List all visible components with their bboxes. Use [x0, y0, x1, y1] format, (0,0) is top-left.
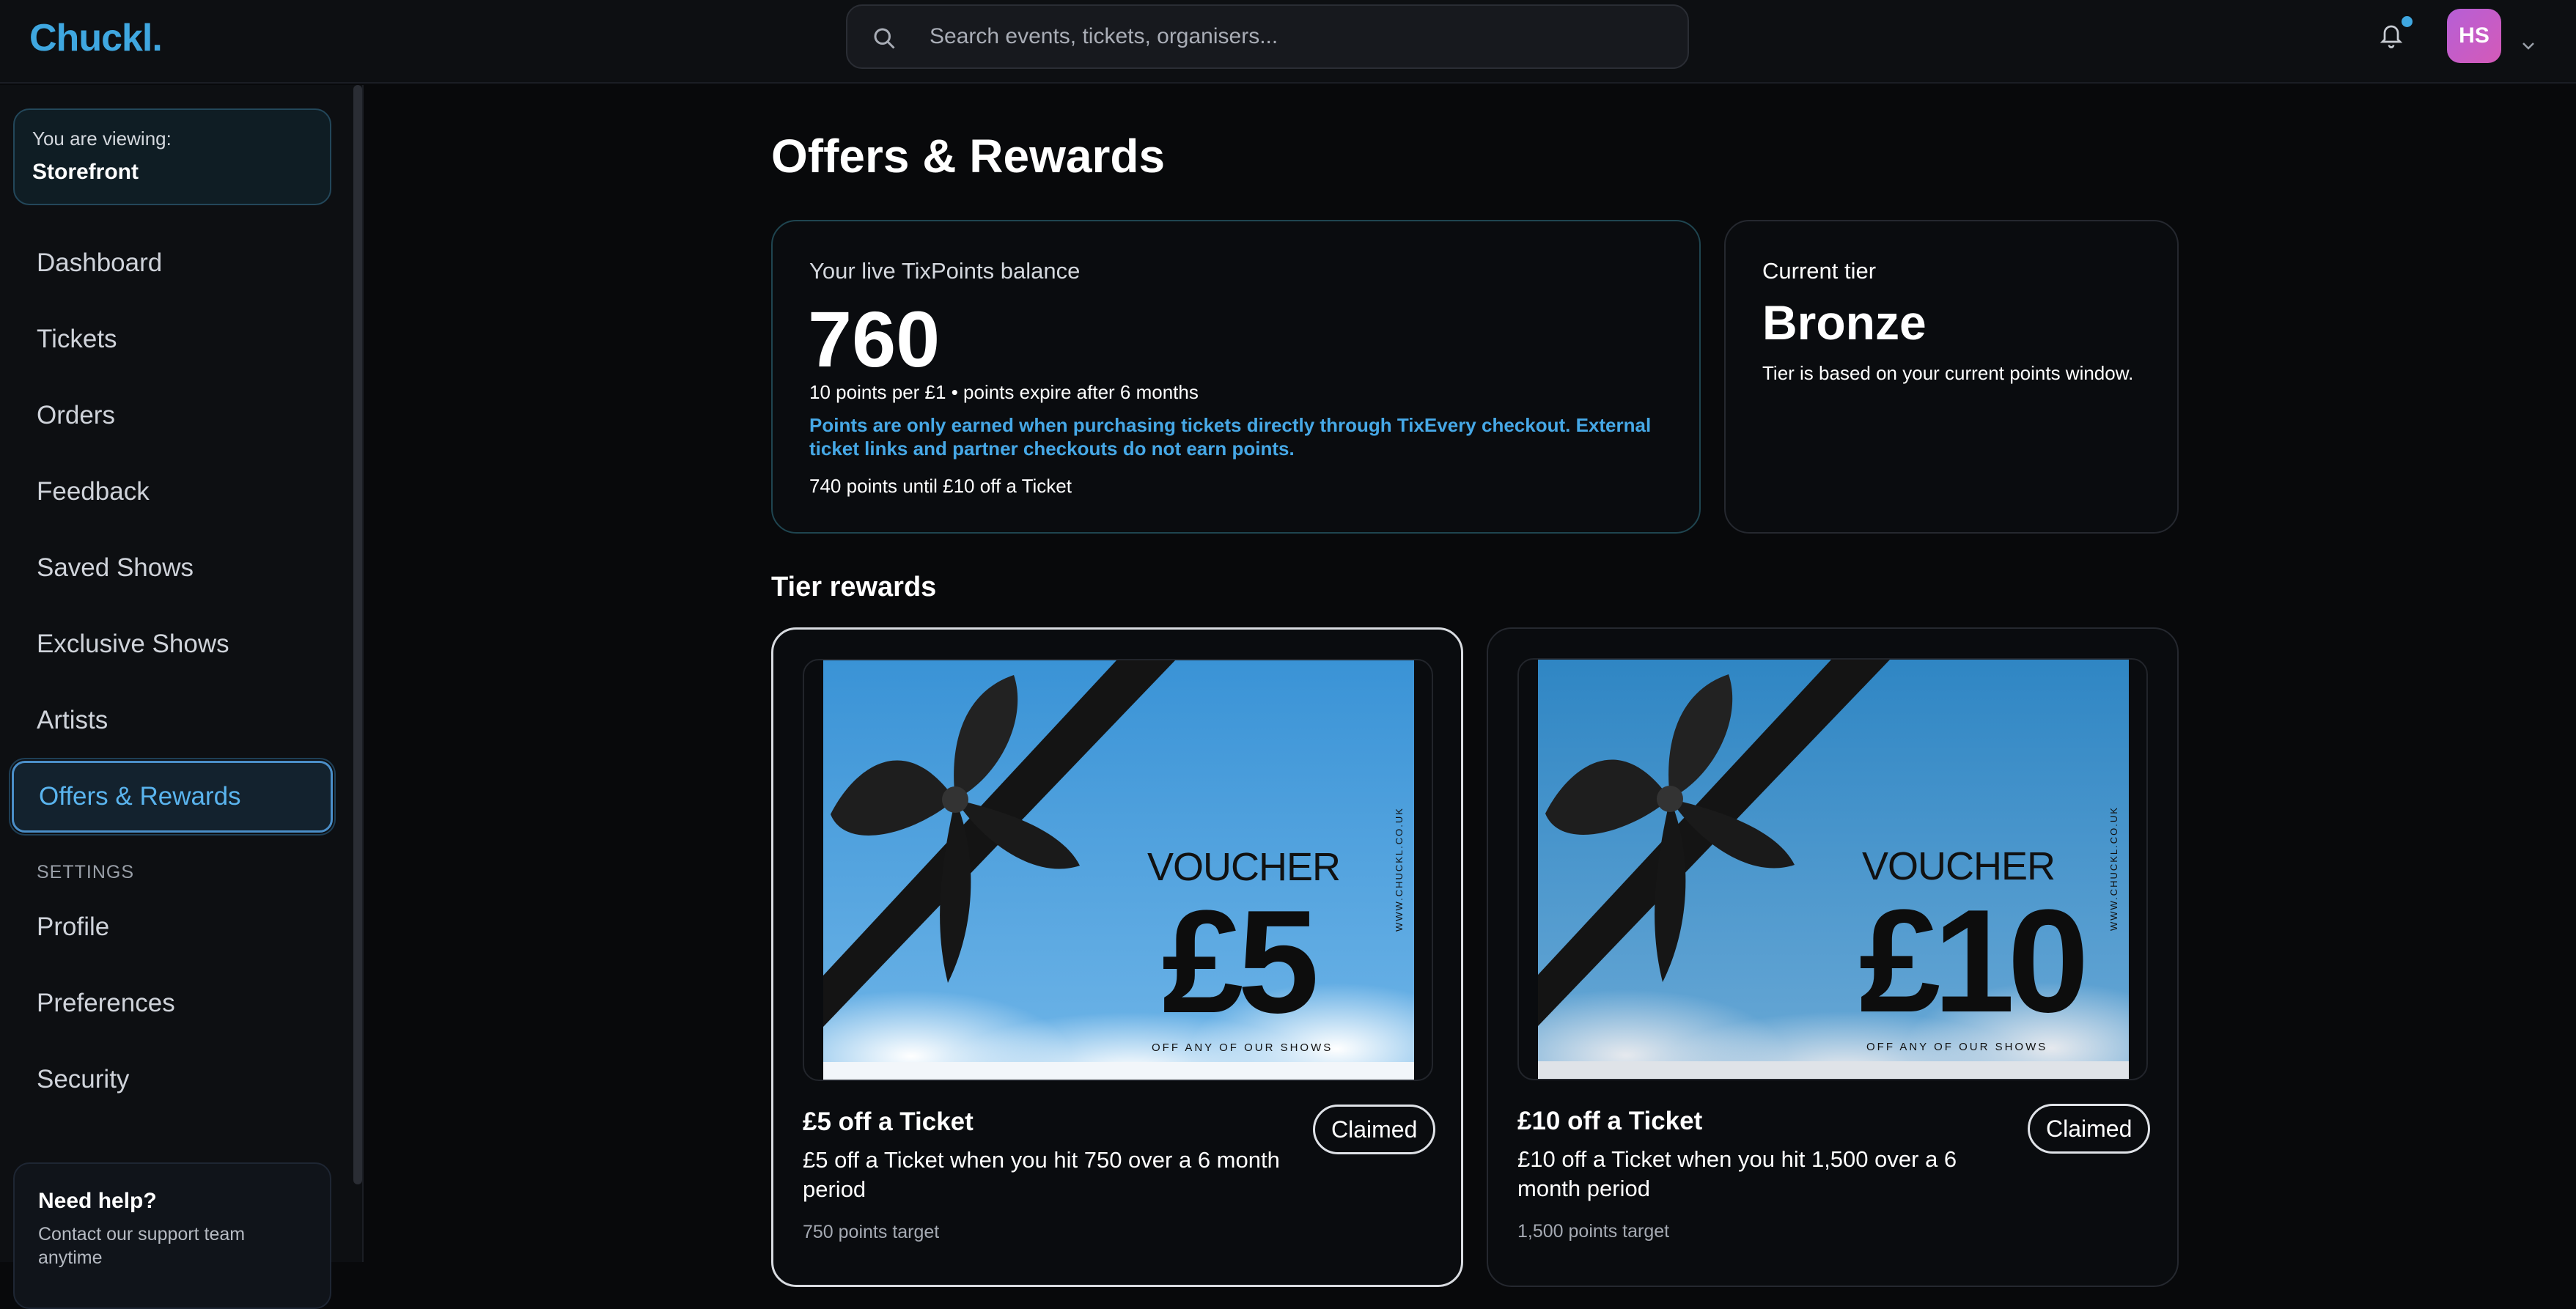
- voucher-image: VOUCHER £5 OFF ANY OF OUR SHOWS WWW.CHUC…: [823, 660, 1414, 1080]
- help-card[interactable]: Need help? Contact our support team anyt…: [13, 1162, 331, 1309]
- page-title: Offers & Rewards: [771, 130, 1166, 182]
- voucher-site: WWW.CHUCKL.CO.UK: [2108, 806, 2119, 931]
- sidebar-item-orders[interactable]: Orders: [12, 380, 333, 451]
- viewing-value: Storefront: [32, 160, 139, 184]
- points-rate: 10 points per £1 • points expire after 6…: [809, 381, 1199, 403]
- sidebar-item-profile[interactable]: Profile: [12, 891, 333, 963]
- notification-dot: [2402, 16, 2413, 27]
- voucher-site: WWW.CHUCKL.CO.UK: [1394, 807, 1405, 932]
- voucher-image-frame: VOUCHER £10 OFF ANY OF OUR SHOWS WWW.CHU…: [1517, 658, 2148, 1080]
- avatar[interactable]: HS: [2447, 9, 2501, 63]
- reward-description: £10 off a Ticket when you hit 1,500 over…: [1517, 1146, 1957, 1201]
- voucher-footer: OFF ANY OF OUR SHOWS: [1152, 1041, 1333, 1054]
- reward-name: £10 off a Ticket: [1517, 1107, 1703, 1135]
- voucher-amount: £5: [1162, 880, 1315, 1044]
- current-tier-card: Current tier Bronze Tier is based on you…: [1724, 220, 2179, 534]
- viewing-label: You are viewing:: [32, 128, 172, 150]
- points-progress: 740 points until £10 off a Ticket: [809, 475, 1072, 497]
- sidebar-item-offers-rewards[interactable]: Offers & Rewards: [12, 761, 333, 833]
- reward-card[interactable]: VOUCHER £5 OFF ANY OF OUR SHOWS WWW.CHUC…: [771, 627, 1463, 1287]
- claimed-badge[interactable]: Claimed: [1313, 1105, 1436, 1154]
- sidebar-item-dashboard[interactable]: Dashboard: [12, 227, 333, 299]
- help-subtitle: Contact our support team anytime: [38, 1224, 246, 1268]
- claimed-badge[interactable]: Claimed: [2028, 1104, 2151, 1154]
- chevron-down-icon[interactable]: [2520, 41, 2536, 51]
- bell-icon[interactable]: [2378, 21, 2404, 50]
- sidebar-item-security[interactable]: Security: [12, 1044, 333, 1116]
- sidebar-item-artists[interactable]: Artists: [12, 685, 333, 756]
- search-bar[interactable]: [846, 4, 1689, 69]
- voucher-image: VOUCHER £10 OFF ANY OF OUR SHOWS WWW.CHU…: [1538, 660, 2129, 1079]
- sidebar: You are viewing: Storefront Dashboard Ti…: [0, 85, 364, 1309]
- top-bar: Chuckl. HS: [0, 0, 2576, 84]
- points-note: Points are only earned when purchasing t…: [809, 414, 1652, 460]
- reward-target: 750 points target: [803, 1222, 940, 1242]
- tier-label: Current tier: [1762, 258, 1877, 284]
- tier-description: Tier is based on your current points win…: [1762, 362, 2134, 384]
- reward-description: £5 off a Ticket when you hit 750 over a …: [803, 1147, 1280, 1202]
- viewing-context[interactable]: You are viewing: Storefront: [13, 108, 331, 205]
- reward-card[interactable]: VOUCHER £10 OFF ANY OF OUR SHOWS WWW.CHU…: [1487, 627, 2179, 1287]
- sidebar-item-saved-shows[interactable]: Saved Shows: [12, 532, 333, 604]
- sidebar-scrollbar[interactable]: [353, 85, 362, 1184]
- balance-label: Your live TixPoints balance: [809, 258, 1081, 284]
- rewards-section-title: Tier rewards: [771, 572, 937, 602]
- voucher-footer: OFF ANY OF OUR SHOWS: [1866, 1041, 2047, 1053]
- sidebar-item-tickets[interactable]: Tickets: [12, 303, 333, 375]
- search-input[interactable]: [930, 6, 1663, 67]
- help-title: Need help?: [38, 1189, 157, 1213]
- reward-target: 1,500 points target: [1517, 1221, 1670, 1242]
- reward-name: £5 off a Ticket: [803, 1107, 974, 1136]
- sidebar-item-preferences[interactable]: Preferences: [12, 967, 333, 1039]
- points-balance-card: Your live TixPoints balance 760 10 point…: [771, 220, 1701, 534]
- sidebar-item-feedback[interactable]: Feedback: [12, 456, 333, 528]
- settings-section-label: SETTINGS: [37, 862, 135, 882]
- voucher-image-frame: VOUCHER £5 OFF ANY OF OUR SHOWS WWW.CHUC…: [803, 659, 1433, 1081]
- logo[interactable]: Chuckl.: [29, 16, 163, 60]
- search-icon: [874, 28, 895, 49]
- voucher-amount: £10: [1859, 880, 2083, 1043]
- tier-value: Bronze: [1762, 295, 1927, 350]
- balance-points: 760: [808, 295, 941, 383]
- sidebar-item-exclusive-shows[interactable]: Exclusive Shows: [12, 608, 333, 680]
